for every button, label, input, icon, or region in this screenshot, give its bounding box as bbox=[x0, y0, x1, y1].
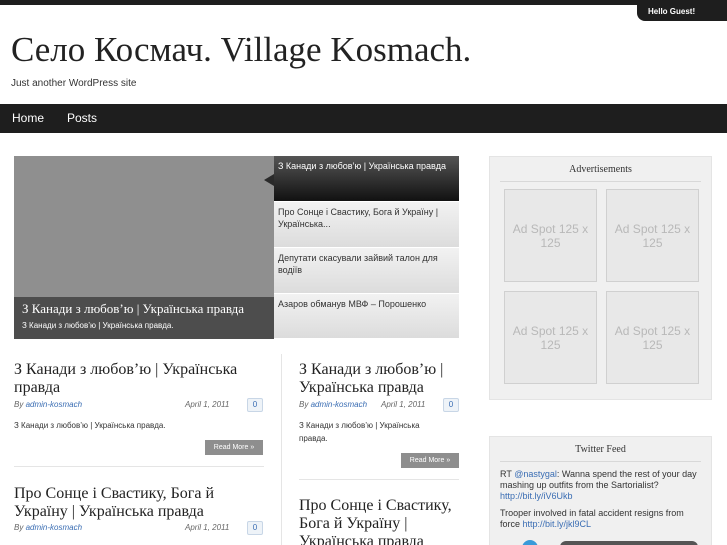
slider-caption[interactable]: З Канади з любов’ю | Українська правда З… bbox=[14, 297, 274, 339]
nav-item-posts[interactable]: Posts bbox=[67, 104, 97, 133]
ad-spot[interactable]: Ad Spot 125 x 125 bbox=[504, 189, 597, 282]
ad-spot[interactable]: Ad Spot 125 x 125 bbox=[606, 189, 699, 282]
twitter-widget: Twitter Feed RT @nastygal: Wanna spend t… bbox=[489, 436, 712, 545]
tweet: Trooper involved in fatal accident resig… bbox=[500, 508, 700, 530]
slider-tab[interactable]: Азаров обманув МВФ – Порошенко bbox=[274, 294, 459, 339]
widget-title: Twitter Feed bbox=[575, 444, 626, 455]
post-excerpt: З Канади з любов’ю | Українська правда. bbox=[299, 421, 420, 443]
post-title[interactable]: З Канади з любов’ю | Українська правда bbox=[299, 361, 459, 397]
site-tagline: Just another WordPress site bbox=[11, 78, 137, 89]
site-title[interactable]: Село Космач. Village Kosmach. bbox=[11, 30, 471, 70]
post-meta: By admin-kosmach bbox=[14, 523, 82, 532]
comment-count[interactable]: 0 bbox=[443, 398, 459, 412]
tweet-link[interactable]: http://bit.ly/jkl9CL bbox=[523, 519, 592, 529]
post-title[interactable]: Про Сонце і Свастику, Бога й Україну | У… bbox=[299, 497, 464, 545]
divider bbox=[299, 479, 459, 480]
read-more-button[interactable]: Read More » bbox=[205, 440, 263, 455]
post-excerpt: З Канади з любов’ю | Українська правда. bbox=[14, 421, 166, 430]
post-author-link[interactable]: admin-kosmach bbox=[26, 523, 82, 532]
tweet: RT @nastygal: Wanna spend the rest of yo… bbox=[500, 469, 700, 502]
main-nav: Home Posts bbox=[0, 104, 727, 133]
column-divider bbox=[281, 354, 282, 545]
by-label: By bbox=[14, 523, 24, 532]
post-author-link[interactable]: admin-kosmach bbox=[26, 400, 82, 409]
divider bbox=[500, 181, 701, 182]
comment-count[interactable]: 0 bbox=[247, 398, 263, 412]
divider bbox=[500, 461, 701, 462]
post-date: April 1, 2011 bbox=[381, 400, 426, 409]
ad-spot[interactable]: Ad Spot 125 x 125 bbox=[606, 291, 699, 384]
post-author-link[interactable]: admin-kosmach bbox=[311, 400, 367, 409]
by-label: By bbox=[14, 400, 24, 409]
slider-tab[interactable]: Про Сонце і Свастику, Бога й Україну | У… bbox=[274, 202, 459, 248]
post-title[interactable]: Про Сонце і Свастику, Бога й Україну | У… bbox=[14, 485, 264, 521]
slider-tab[interactable]: З Канади з любов’ю | Українська правда bbox=[274, 156, 459, 202]
post-date: April 1, 2011 bbox=[185, 523, 230, 532]
widget-title: Advertisements bbox=[569, 164, 632, 175]
comment-count[interactable]: 0 bbox=[247, 521, 263, 535]
read-more-button[interactable]: Read More » bbox=[401, 453, 459, 468]
nav-item-home[interactable]: Home bbox=[12, 104, 44, 133]
post-meta: By admin-kosmach bbox=[299, 400, 367, 409]
twitter-follow-bar[interactable] bbox=[560, 541, 698, 545]
post-meta: By admin-kosmach bbox=[14, 400, 82, 409]
tweet-link[interactable]: http://bit.ly/iV6Ukb bbox=[500, 491, 573, 501]
post-title[interactable]: З Канади з любов’ю | Українська правда bbox=[14, 361, 264, 397]
slider-caption-title: З Канади з любов’ю | Українська правда bbox=[22, 301, 245, 316]
slider-tab[interactable]: Депутати скасували зайвий талон для воді… bbox=[274, 248, 459, 294]
ads-widget: Advertisements Ad Spot 125 x 125 Ad Spot… bbox=[489, 156, 712, 400]
top-bar bbox=[0, 0, 727, 5]
ad-spot[interactable]: Ad Spot 125 x 125 bbox=[504, 291, 597, 384]
by-label: By bbox=[299, 400, 309, 409]
greeting-badge[interactable]: Hello Guest! bbox=[637, 2, 727, 21]
post-date: April 1, 2011 bbox=[185, 400, 230, 409]
divider bbox=[14, 466, 264, 467]
active-tab-pointer bbox=[264, 174, 274, 186]
tweet-prefix: RT bbox=[500, 469, 515, 479]
slider-caption-subtitle: З Канади з любов’ю | Українська правда. bbox=[22, 321, 174, 330]
tweet-mention-link[interactable]: @nastygal bbox=[514, 469, 557, 479]
